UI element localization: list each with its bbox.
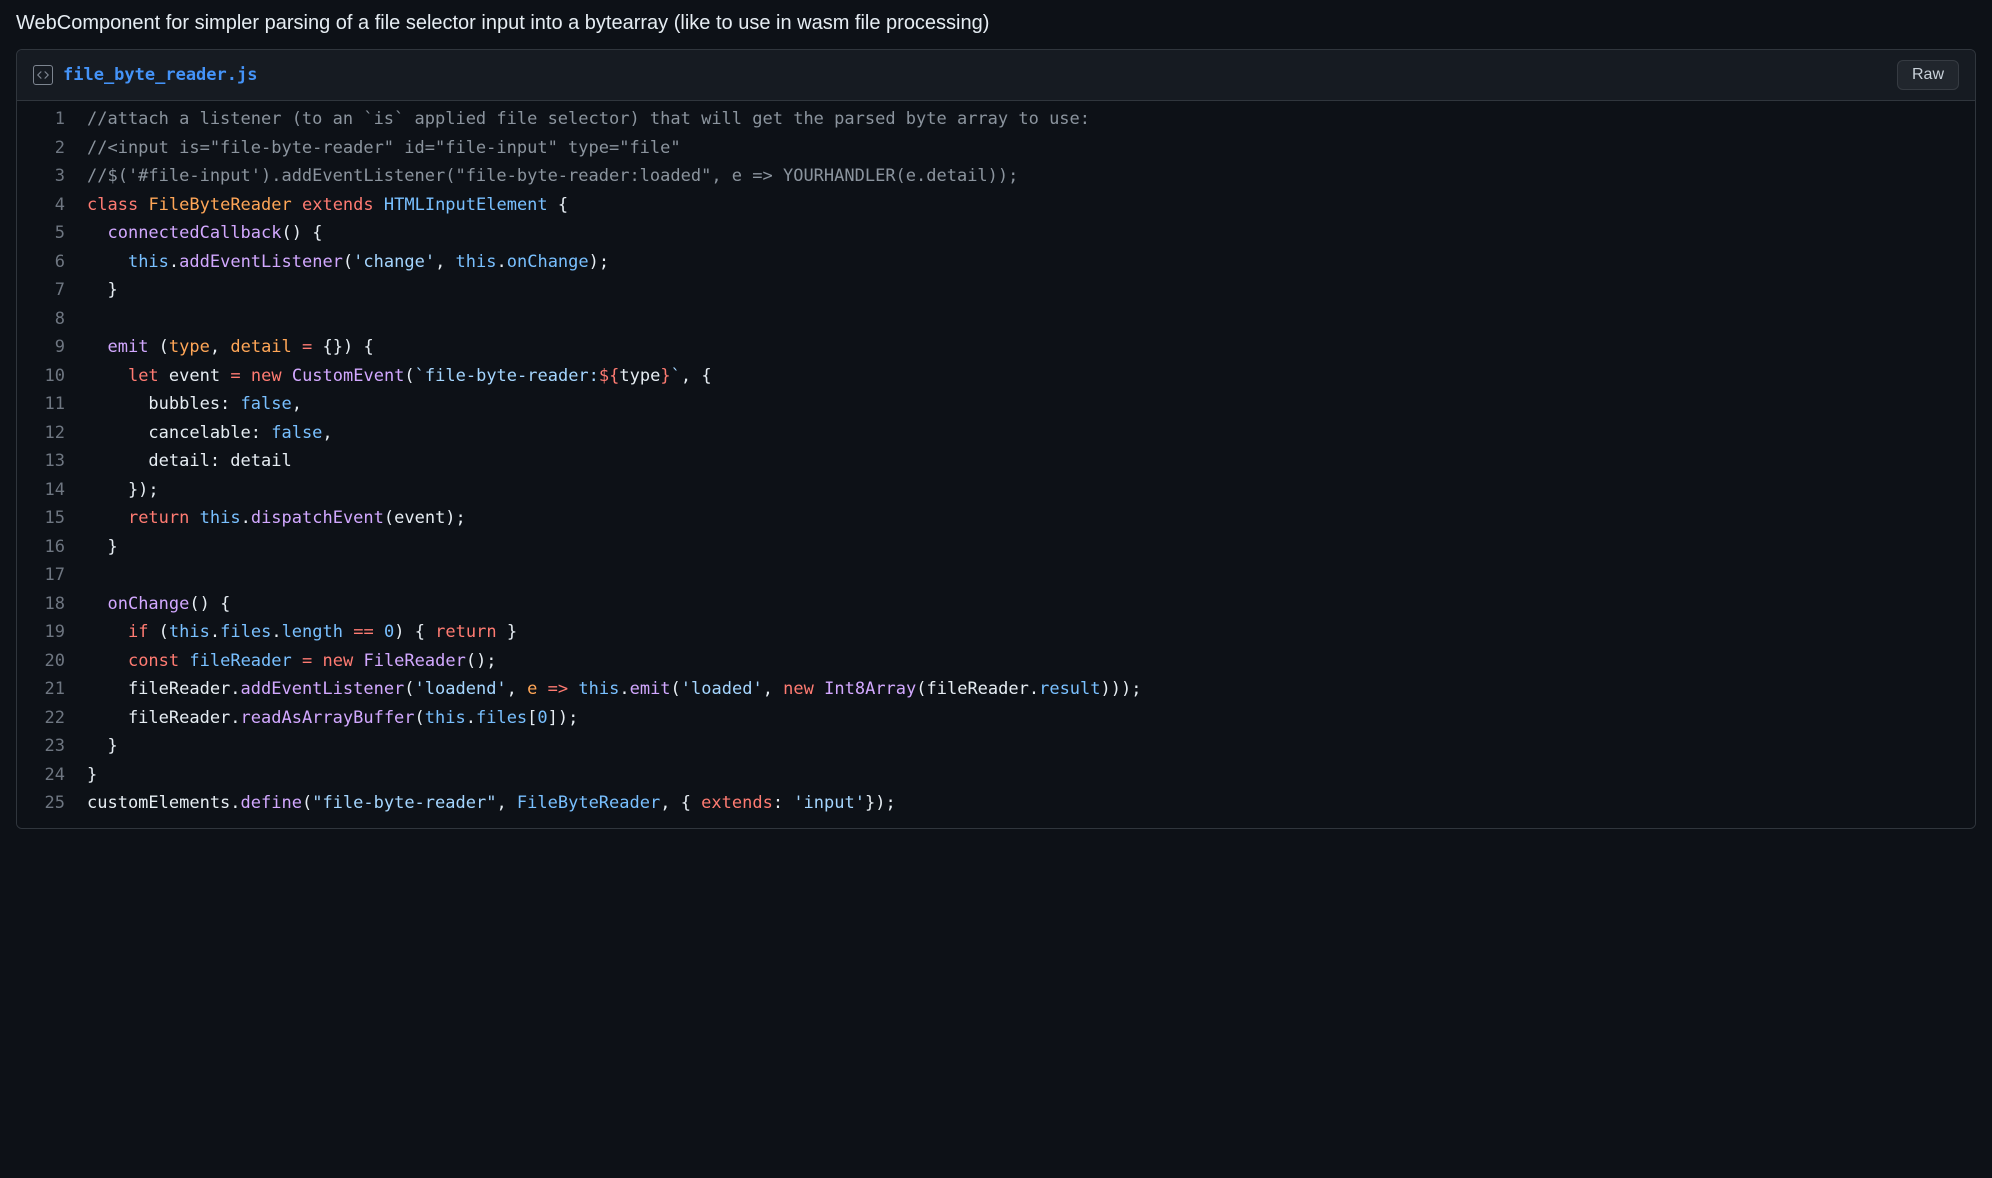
line-content[interactable]: //attach a listener (to an `is` applied … [87, 105, 1975, 134]
line-number[interactable]: 19 [17, 618, 87, 647]
line-content[interactable] [87, 561, 1975, 590]
line-number[interactable]: 24 [17, 761, 87, 790]
code-line: 8 [17, 305, 1975, 334]
code-icon [33, 65, 53, 85]
line-number[interactable]: 5 [17, 219, 87, 248]
line-content[interactable]: emit (type, detail = {}) { [87, 333, 1975, 362]
line-number[interactable]: 17 [17, 561, 87, 590]
line-content[interactable]: connectedCallback() { [87, 219, 1975, 248]
line-content[interactable]: if (this.files.length == 0) { return } [87, 618, 1975, 647]
code-line: 15 return this.dispatchEvent(event); [17, 504, 1975, 533]
file-header-left: file_byte_reader.js [33, 65, 257, 85]
line-content[interactable]: cancelable: false, [87, 419, 1975, 448]
line-number[interactable]: 16 [17, 533, 87, 562]
code-line: 21 fileReader.addEventListener('loadend'… [17, 675, 1975, 704]
line-number[interactable]: 23 [17, 732, 87, 761]
code-line: 20 const fileReader = new FileReader(); [17, 647, 1975, 676]
gist-description: WebComponent for simpler parsing of a fi… [16, 12, 1976, 35]
line-content[interactable]: } [87, 533, 1975, 562]
line-number[interactable]: 7 [17, 276, 87, 305]
line-content[interactable]: fileReader.readAsArrayBuffer(this.files[… [87, 704, 1975, 733]
line-number[interactable]: 1 [17, 105, 87, 134]
file-header: file_byte_reader.js Raw [17, 50, 1975, 101]
line-number[interactable]: 11 [17, 390, 87, 419]
code-line: 13 detail: detail [17, 447, 1975, 476]
code-line: 4class FileByteReader extends HTMLInputE… [17, 191, 1975, 220]
code-line: 1//attach a listener (to an `is` applied… [17, 105, 1975, 134]
line-number[interactable]: 22 [17, 704, 87, 733]
code-line: 22 fileReader.readAsArrayBuffer(this.fil… [17, 704, 1975, 733]
line-number[interactable]: 13 [17, 447, 87, 476]
line-content[interactable]: detail: detail [87, 447, 1975, 476]
code-line: 16 } [17, 533, 1975, 562]
code-line: 6 this.addEventListener('change', this.o… [17, 248, 1975, 277]
line-content[interactable]: } [87, 276, 1975, 305]
filename-link[interactable]: file_byte_reader.js [63, 65, 257, 85]
code-line: 3//$('#file-input').addEventListener("fi… [17, 162, 1975, 191]
line-number[interactable]: 10 [17, 362, 87, 391]
line-content[interactable]: } [87, 732, 1975, 761]
line-content[interactable] [87, 305, 1975, 334]
code-line: 23 } [17, 732, 1975, 761]
code-line: 25customElements.define("file-byte-reade… [17, 789, 1975, 818]
line-content[interactable]: let event = new CustomEvent(`file-byte-r… [87, 362, 1975, 391]
code-line: 12 cancelable: false, [17, 419, 1975, 448]
code-line: 10 let event = new CustomEvent(`file-byt… [17, 362, 1975, 391]
code-line: 17 [17, 561, 1975, 590]
code-line: 19 if (this.files.length == 0) { return … [17, 618, 1975, 647]
code-line: 18 onChange() { [17, 590, 1975, 619]
line-number[interactable]: 6 [17, 248, 87, 277]
line-number[interactable]: 20 [17, 647, 87, 676]
code-line: 7 } [17, 276, 1975, 305]
code-body[interactable]: 1//attach a listener (to an `is` applied… [17, 101, 1975, 828]
line-content[interactable]: } [87, 761, 1975, 790]
code-line: 2//<input is="file-byte-reader" id="file… [17, 134, 1975, 163]
line-content[interactable]: return this.dispatchEvent(event); [87, 504, 1975, 533]
line-number[interactable]: 21 [17, 675, 87, 704]
raw-button[interactable]: Raw [1897, 60, 1959, 90]
file-container: file_byte_reader.js Raw 1//attach a list… [16, 49, 1976, 829]
line-number[interactable]: 9 [17, 333, 87, 362]
code-line: 14 }); [17, 476, 1975, 505]
line-number[interactable]: 12 [17, 419, 87, 448]
line-content[interactable]: onChange() { [87, 590, 1975, 619]
line-content[interactable]: this.addEventListener('change', this.onC… [87, 248, 1975, 277]
line-content[interactable]: //<input is="file-byte-reader" id="file-… [87, 134, 1975, 163]
line-number[interactable]: 8 [17, 305, 87, 334]
code-line: 5 connectedCallback() { [17, 219, 1975, 248]
line-content[interactable]: class FileByteReader extends HTMLInputEl… [87, 191, 1975, 220]
line-number[interactable]: 2 [17, 134, 87, 163]
line-number[interactable]: 3 [17, 162, 87, 191]
line-content[interactable]: const fileReader = new FileReader(); [87, 647, 1975, 676]
line-content[interactable]: }); [87, 476, 1975, 505]
line-content[interactable]: customElements.define("file-byte-reader"… [87, 789, 1975, 818]
line-content[interactable]: fileReader.addEventListener('loadend', e… [87, 675, 1975, 704]
line-number[interactable]: 15 [17, 504, 87, 533]
line-number[interactable]: 18 [17, 590, 87, 619]
line-content[interactable]: //$('#file-input').addEventListener("fil… [87, 162, 1975, 191]
line-number[interactable]: 25 [17, 789, 87, 818]
line-content[interactable]: bubbles: false, [87, 390, 1975, 419]
line-number[interactable]: 4 [17, 191, 87, 220]
code-line: 24} [17, 761, 1975, 790]
line-number[interactable]: 14 [17, 476, 87, 505]
code-line: 11 bubbles: false, [17, 390, 1975, 419]
code-line: 9 emit (type, detail = {}) { [17, 333, 1975, 362]
